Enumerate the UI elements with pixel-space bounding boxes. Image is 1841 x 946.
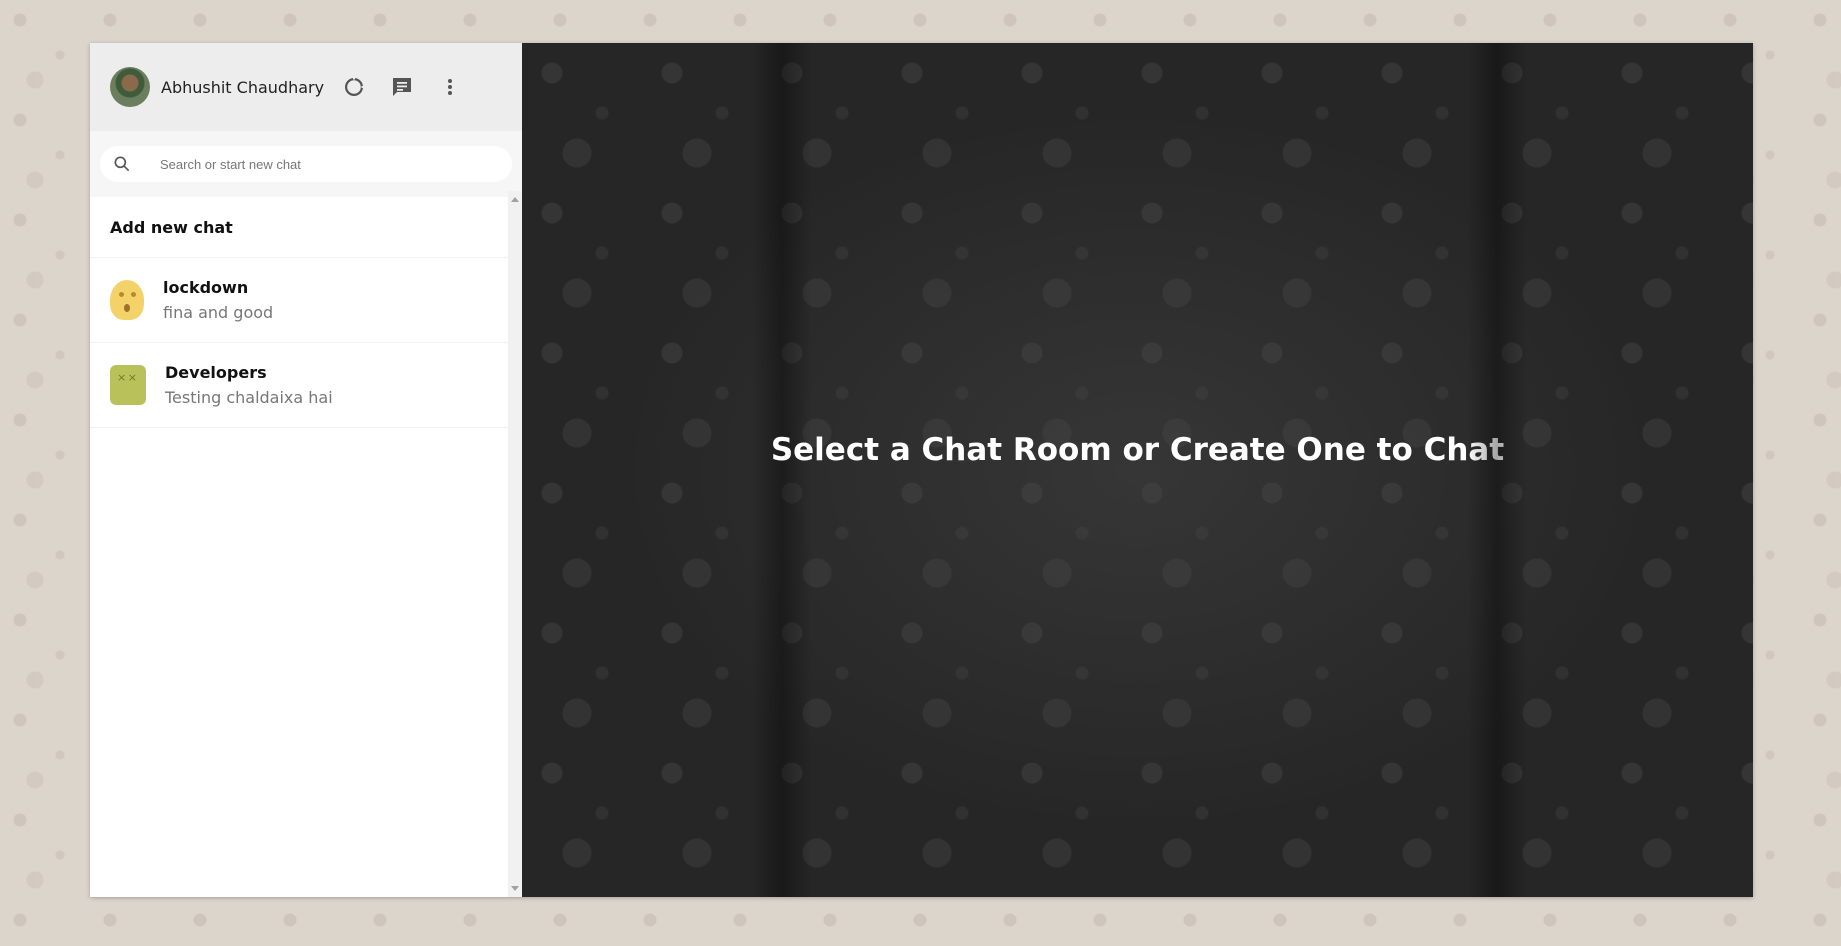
- search-bar: [90, 131, 522, 197]
- user-avatar[interactable]: [110, 67, 150, 107]
- chat-avatar: [110, 280, 144, 320]
- scroll-down-icon[interactable]: [511, 886, 519, 891]
- chat-avatar: [110, 365, 146, 405]
- status-icon[interactable]: [342, 75, 366, 99]
- chat-name: lockdown: [163, 278, 249, 297]
- chat-item[interactable]: Developers Testing chaldaixa hai: [90, 343, 522, 428]
- chat-icon[interactable]: [390, 75, 414, 99]
- header-icons: [342, 75, 486, 99]
- chat-item[interactable]: lockdown fina and good: [90, 258, 522, 343]
- user-name: Abhushit Chaudhary: [161, 77, 325, 97]
- welcome-message: Select a Chat Room or Create One to Chat: [770, 432, 1505, 468]
- chat-main-panel: Select a Chat Room or Create One to Chat: [522, 43, 1753, 897]
- chat-last-message: fina and good: [163, 303, 274, 322]
- add-new-chat-button[interactable]: Add new chat: [90, 197, 522, 258]
- search-box[interactable]: [100, 146, 512, 182]
- app-window: Abhushit Chaudhary Add new chat: [90, 43, 1753, 897]
- sidebar: Abhushit Chaudhary Add new chat: [90, 43, 522, 897]
- chat-list: Add new chat lockdown fina and good Deve…: [90, 197, 522, 897]
- chat-text: lockdown fina and good: [163, 278, 273, 322]
- search-icon: [114, 156, 130, 172]
- search-input[interactable]: [158, 155, 482, 173]
- chat-last-message: Testing chaldaixa hai: [165, 388, 333, 407]
- chat-text: Developers Testing chaldaixa hai: [165, 363, 333, 407]
- more-vertical-icon[interactable]: [438, 75, 462, 99]
- scroll-up-icon[interactable]: [511, 197, 519, 202]
- scrollbar[interactable]: [508, 191, 522, 897]
- sidebar-header: Abhushit Chaudhary: [90, 43, 522, 131]
- chat-name: Developers: [165, 363, 267, 382]
